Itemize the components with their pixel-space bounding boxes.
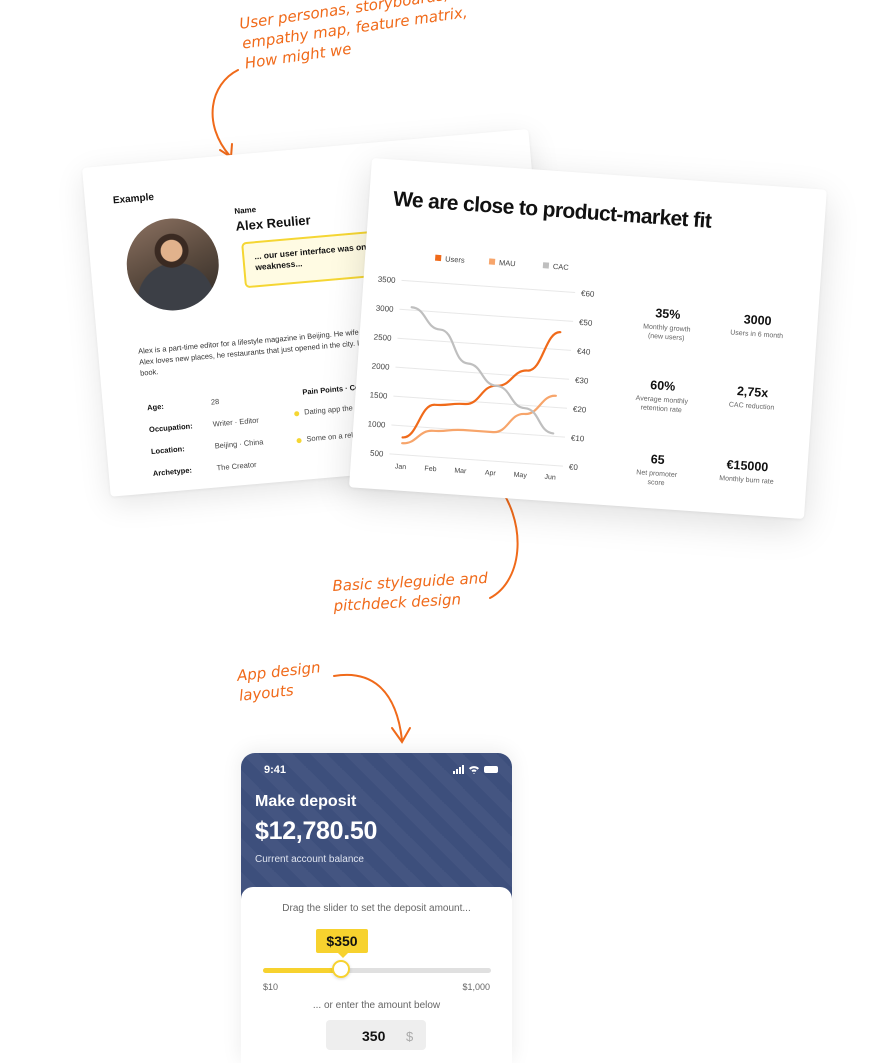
persona-name-label: Name (233, 205, 257, 216)
grid-line (401, 279, 576, 293)
slider-handle[interactable] (332, 960, 351, 978)
amount-value: 350 (362, 1028, 386, 1044)
kpi-label: Net promoter score (636, 469, 678, 488)
y2-tick-label: €20 (573, 405, 587, 415)
status-time: 9:41 (264, 764, 287, 776)
status-icons (453, 765, 498, 774)
slide-title: We are close to product-market fit (392, 187, 713, 233)
enter-amount-hint: ... or enter the amount below (312, 1000, 441, 1011)
line-chart: 3500 €60 3000 €50 2500 €40 2000 €30 1500 €20 1000 €… (367, 254, 595, 482)
persona-example-label: Example (112, 191, 155, 207)
account-balance-label: Current account balance (255, 854, 364, 865)
persona-avatar (122, 214, 223, 315)
legend-label: MAU (499, 258, 516, 268)
y-tick-label: 3000 (375, 304, 394, 314)
y2-tick-label: €10 (571, 434, 585, 444)
y2-tick-label: €30 (575, 376, 589, 386)
kpi: 60% Average monthly retention rate (617, 376, 707, 417)
kpi: €15000 Monthly burn rate (702, 456, 792, 488)
annotation-research: User personas, storyboards, empathy map,… (238, 0, 469, 73)
legend-swatch (488, 258, 496, 265)
x-tick-label: Jun (544, 474, 556, 482)
y-tick-label: 1000 (367, 419, 386, 429)
arrow-research (211, 69, 239, 159)
x-tick-label: Jan (395, 463, 407, 471)
y-tick-label: 2000 (371, 361, 390, 371)
kpi: 35% Monthly growth (new users) (622, 304, 712, 345)
x-tick-label: Mar (454, 468, 467, 476)
y2-tick-label: €60 (581, 289, 595, 299)
y-tick-label: 1500 (369, 390, 388, 400)
slider-min: $10 (263, 982, 279, 992)
x-tick-label: Feb (424, 465, 437, 473)
y2-tick-label: €50 (579, 318, 593, 328)
arrow-app (333, 673, 411, 744)
annotation-app: App design layouts (236, 658, 322, 705)
y-tick-label: 500 (370, 449, 384, 459)
currency-symbol: $ (406, 1029, 414, 1044)
grid-line (393, 395, 568, 409)
deposit-panel: Drag the slider to set the deposit amoun… (241, 887, 512, 1063)
y-tick-label: 2500 (373, 333, 392, 343)
annotation-styleguide: Basic styleguide and pitchdeck design (332, 568, 489, 615)
signal-icon (453, 765, 464, 774)
deposit-header: 9:41 Make deposit $12,780.50 Current acc… (241, 753, 512, 903)
legend-label: Users (445, 254, 465, 264)
legend-swatch (434, 254, 442, 262)
y2-tick-label: €40 (577, 347, 591, 357)
kpi-label: Average monthly retention rate (635, 394, 689, 415)
pain-points-title: Pain Points · Co (301, 382, 361, 397)
battery-icon (484, 766, 498, 773)
account-balance: $12,780.50 (255, 817, 378, 845)
field-value: The Creator (216, 459, 257, 473)
x-tick-label: Apr (485, 470, 497, 478)
phone-mockup: 9:41 Make deposit $12,780.50 Current acc… (241, 753, 512, 1063)
series-line-cac (410, 306, 555, 435)
page-title: Make deposit (255, 793, 357, 810)
pitch-slide: We are close to product-market fit 3500 €… (348, 158, 827, 520)
kpi: 2,75x CAC reduction (707, 382, 797, 414)
grid-line (389, 453, 564, 467)
kpi-label: Monthly growth (new users) (642, 323, 691, 343)
wifi-icon (469, 766, 479, 774)
deposit-slider[interactable] (263, 960, 491, 978)
persona-fields: Age: 28 Occupation: Writer · Editor Locati… (147, 393, 267, 490)
slider-fill (263, 968, 342, 973)
legend-swatch (542, 262, 550, 269)
slider-hint: Drag the slider to set the deposit amoun… (282, 903, 471, 914)
persona-name: Alex Reulier (235, 212, 312, 234)
y-tick-label: 3500 (377, 275, 396, 285)
slider-value-bubble: $350 (316, 929, 368, 958)
kpi: 65 Net promoter score (612, 450, 702, 491)
kpi: 3000 Users in 6 month (712, 310, 802, 342)
slider-max: $1,000 (462, 982, 490, 992)
field-value: Beijing · China (214, 437, 264, 451)
field-key: Archetype: (152, 465, 193, 478)
field-value: 28 (210, 396, 220, 407)
legend-label: CAC (553, 262, 570, 272)
x-tick-label: May (513, 472, 527, 480)
y2-tick-label: €0 (569, 463, 579, 473)
